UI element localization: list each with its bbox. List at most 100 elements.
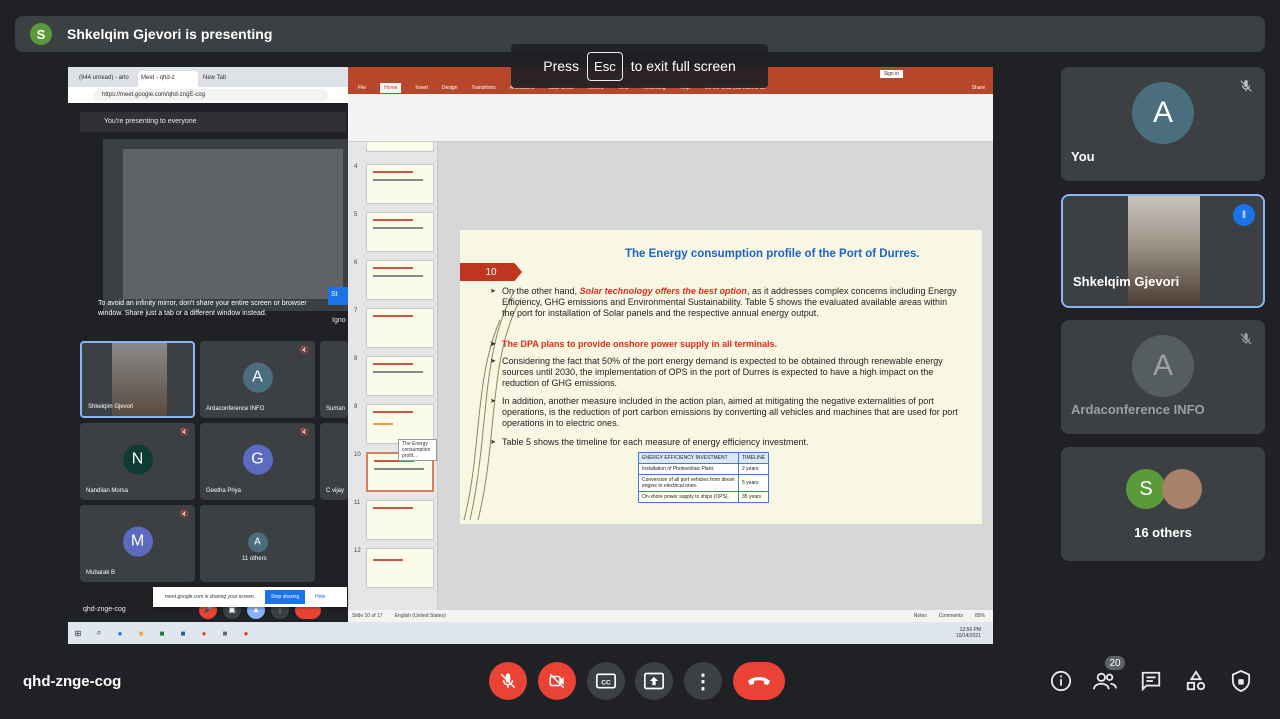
participant-avatar-photo	[1162, 469, 1202, 509]
browser-url: https://meet.google.com/qhd-zngE-cog	[94, 89, 328, 101]
slide-thumbnail	[366, 500, 434, 540]
participant-tile-others[interactable]: S 16 others	[1061, 447, 1265, 561]
mirror-inner	[123, 149, 343, 299]
mirror-ignore: Igno	[332, 317, 346, 324]
mini-tile: C vijay	[320, 423, 348, 500]
slide-thumbnail	[366, 142, 434, 152]
ppt-menu-design: Design	[441, 85, 458, 91]
activities-icon	[1186, 670, 1206, 691]
table-cell: 2 years	[737, 463, 770, 475]
participant-video	[1128, 196, 1200, 306]
mini-avatar: A	[247, 531, 268, 552]
mini-tile-name: Mubarak B	[86, 570, 116, 576]
thumbnail-tooltip: The Energy consumption profil...	[398, 439, 437, 461]
app-icon: ■	[222, 628, 228, 638]
activities-button[interactable]	[1184, 669, 1208, 693]
end-call-icon	[748, 677, 770, 685]
meeting-details-button[interactable]	[1049, 669, 1073, 693]
bullet-text: On the other hand,	[502, 286, 578, 296]
mini-tile-name: Suman	[326, 406, 346, 412]
mic-off-icon: 🔇	[180, 511, 189, 518]
table-row: Installation of Photovoltaic Plant. 2 ye…	[638, 463, 770, 475]
toast-press: Press	[543, 58, 580, 74]
toast-rest: to exit full screen	[630, 58, 736, 74]
slide-bullet: Table 5 shows the timeline for each meas…	[490, 437, 960, 448]
slide-bullet: On the other hand, Solar technology offe…	[490, 286, 960, 319]
status-slide: Slide 10 of 17	[352, 613, 383, 619]
current-slide: The Energy consumption profile of the Po…	[460, 230, 982, 524]
mic-toggle-button[interactable]	[489, 662, 527, 700]
shield-icon	[1231, 670, 1251, 692]
captions-icon: CC	[596, 673, 616, 689]
leave-call-button[interactable]	[733, 662, 785, 700]
sharing-text: meet.google.com is sharing your screen.	[165, 594, 256, 600]
esc-key: Esc	[587, 51, 623, 81]
mini-tile: 🔇 M Mubarak B	[80, 505, 195, 582]
participant-name: You	[1071, 149, 1095, 164]
participants-button[interactable]	[1093, 669, 1117, 693]
more-options-button[interactable]: ⋮	[684, 662, 722, 700]
mini-avatar: N	[122, 444, 153, 475]
participant-tile-presenter[interactable]: ‖ Shkelqim Gjevori	[1061, 194, 1265, 308]
captions-button[interactable]: CC	[587, 662, 625, 700]
table-cell: 35 years	[737, 491, 770, 503]
mini-meeting-code: qhd-znge-cog	[83, 606, 126, 613]
mini-tile: A 11 others	[200, 505, 315, 582]
mini-tile-name: Ardaconference INFO	[206, 406, 265, 412]
table-header: TIMELINE	[737, 452, 770, 464]
participant-name: Shkelqim Gjevori	[1073, 274, 1180, 289]
browser-tabs: (844 unread) - arlo Meet - qhd-z New Tab	[68, 67, 348, 87]
edge-icon: ●	[117, 628, 123, 638]
table-row: On-shore power supply to ships (OPS). 35…	[638, 491, 770, 503]
slide-thumbnail	[366, 212, 434, 252]
mirror-warning: To avoid an infinity mirror, don't share…	[98, 300, 307, 317]
thumb-number: 6	[354, 260, 358, 266]
svg-text:CC: CC	[601, 679, 611, 686]
ppt-signin: Sign in	[879, 70, 903, 78]
slide-bullet: In addition, another measure included in…	[490, 396, 960, 429]
table-cell: Installation of Photovoltaic Plant.	[638, 463, 739, 475]
thumb-number: 12	[354, 548, 361, 554]
participant-tile-you[interactable]: A You	[1061, 67, 1265, 181]
participant-name: 16 others	[1134, 525, 1192, 540]
slide-thumbnail	[366, 308, 434, 348]
chat-button[interactable]	[1139, 669, 1163, 693]
participant-tile-ardaconference[interactable]: A Ardaconference INFO	[1061, 320, 1265, 434]
slide-thumbnails: 4 5 6 7 8 9 10 11 12 The Energy consumpt…	[348, 142, 438, 610]
mini-avatar: G	[242, 444, 273, 475]
ppt-menu-transitions: Transitions	[471, 85, 496, 91]
thumb-number: 10	[354, 452, 361, 458]
sharing-bar: meet.google.com is sharing your screen. …	[153, 587, 347, 607]
thumb-number: 8	[354, 356, 358, 362]
more-vert-icon: ⋮	[693, 670, 713, 693]
slide-thumbnail	[366, 356, 434, 396]
presenter-avatar: S	[30, 23, 52, 45]
participant-avatar: S	[1126, 469, 1166, 509]
thumb-number: 11	[354, 500, 361, 506]
speaking-indicator-icon: ‖	[1233, 204, 1255, 226]
present-now-button[interactable]	[635, 662, 673, 700]
stop-sharing-button: Stop sharing	[265, 590, 306, 604]
mic-off-icon	[500, 673, 516, 689]
meeting-code: qhd-znge-cog	[23, 673, 122, 690]
mirror-stop-button: St	[328, 287, 348, 305]
participant-avatar: A	[1132, 82, 1194, 144]
slide-thumbnail	[366, 164, 434, 204]
mic-off-icon: 🔇	[300, 347, 309, 354]
clock-date: 10/14/2021	[955, 633, 981, 639]
host-controls-button[interactable]	[1229, 669, 1253, 693]
mini-tile-name: Shkelqim Gjevori	[88, 404, 134, 410]
bullet-highlight: Solar technology offers the best option	[579, 286, 747, 296]
mini-tile-name: 11 others	[242, 556, 267, 562]
mini-tile: Suman	[320, 341, 348, 418]
status-comments: Comments	[938, 613, 963, 619]
mic-off-icon: 🔇	[300, 429, 309, 436]
ppt-statusbar: Slide 10 of 17 English (United States) N…	[348, 610, 993, 622]
camera-toggle-button[interactable]	[538, 662, 576, 700]
slide-thumbnail	[366, 404, 434, 444]
thumb-number: 7	[354, 308, 358, 314]
hide-link: Hide	[315, 594, 326, 600]
excel-icon: ■	[159, 628, 165, 638]
taskbar-clock: 12:56 PM 10/14/2021	[956, 627, 981, 639]
ppt-canvas: The Energy consumption profile of the Po…	[438, 142, 993, 610]
